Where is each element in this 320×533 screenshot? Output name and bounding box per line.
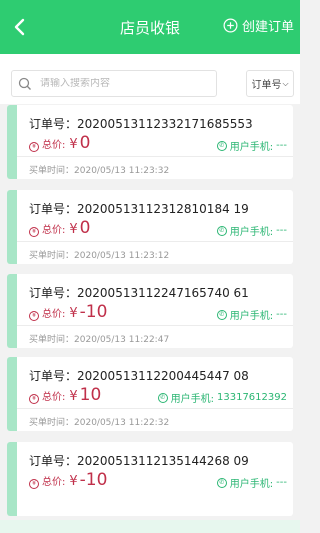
phone-icon: ✆ bbox=[216, 140, 227, 151]
user-phone: ✆ 用户手机: --- bbox=[216, 307, 287, 322]
order-number: 订单号：20200513112247165740 61 bbox=[29, 286, 249, 300]
coin-icon: ¥ bbox=[29, 479, 39, 489]
order-number: 订单号：20200513112200445447 08 bbox=[29, 369, 249, 383]
purchase-time: 买单时间：2020/05/13 11:23:32 bbox=[29, 166, 170, 176]
divider bbox=[17, 241, 293, 242]
filter-label: 订单号 bbox=[251, 80, 282, 91]
search-box[interactable] bbox=[11, 70, 217, 97]
search-icon bbox=[18, 77, 31, 90]
user-phone: ✆ 用户手机: 13317612392 bbox=[157, 390, 287, 405]
order-card[interactable]: 订单号：20200513112312810184 19 ¥ 总价: ¥0 ✆ 用户手机… bbox=[7, 190, 293, 264]
user-phone: ✆ 用户手机: --- bbox=[216, 223, 287, 238]
order-card[interactable]: 订单号：20200513112135144268 09 ¥ 总价: ¥ -10 ✆ 用户… bbox=[7, 442, 293, 516]
card-accent bbox=[7, 442, 17, 516]
order-card[interactable]: 订单号：20200513112247165740 61 ¥ 总价: ¥ -10 ✆ 用户… bbox=[7, 274, 293, 348]
order-total: ¥ 总价: ¥ -10 bbox=[29, 470, 107, 490]
coin-icon: ¥ bbox=[29, 394, 39, 404]
filter-dropdown[interactable]: 订单号 ⌵ bbox=[246, 70, 294, 97]
search-bar: 订单号 ⌵ bbox=[0, 54, 300, 104]
divider bbox=[17, 408, 293, 409]
card-accent bbox=[7, 357, 17, 431]
phone-icon: ✆ bbox=[157, 392, 168, 403]
phone-icon: ✆ bbox=[216, 477, 227, 488]
divider bbox=[17, 156, 293, 157]
bottom-edge bbox=[0, 520, 300, 533]
plus-circle-icon bbox=[223, 18, 238, 33]
phone-icon: ✆ bbox=[216, 225, 227, 236]
search-input[interactable] bbox=[40, 78, 210, 89]
top-bar: 店员收银 创建订单 bbox=[0, 0, 300, 54]
purchase-time: 买单时间：2020/05/13 11:23:12 bbox=[29, 251, 170, 261]
coin-icon: ¥ bbox=[29, 227, 39, 237]
purchase-time: 买单时间：2020/05/13 11:22:47 bbox=[29, 335, 170, 345]
order-number: 订单号：20200513112135144268 09 bbox=[29, 454, 249, 468]
create-order-label: 创建订单 bbox=[241, 20, 294, 35]
create-order-button[interactable]: 创建订单 bbox=[223, 16, 294, 35]
purchase-time: 买单时间：2020/05/13 11:22:32 bbox=[29, 418, 170, 428]
user-phone: ✆ 用户手机: --- bbox=[216, 475, 287, 490]
card-accent bbox=[7, 274, 17, 348]
order-total: ¥ 总价: ¥0 bbox=[29, 218, 90, 238]
coin-icon: ¥ bbox=[29, 311, 39, 321]
card-accent bbox=[7, 190, 17, 264]
order-card[interactable]: 订单号：20200513112200445447 08 ¥ 总价: ¥10 ✆ 用户手… bbox=[7, 357, 293, 431]
order-total: ¥ 总价: ¥10 bbox=[29, 385, 101, 405]
user-phone: ✆ 用户手机: --- bbox=[216, 138, 287, 153]
chevron-down-icon: ⌵ bbox=[282, 78, 289, 88]
coin-icon: ¥ bbox=[29, 142, 39, 152]
order-number: 订单号：20200513112332171685553 bbox=[29, 117, 253, 131]
order-total: ¥ 总价: ¥0 bbox=[29, 133, 90, 153]
order-number: 订单号：20200513112312810184 19 bbox=[29, 202, 249, 216]
card-accent bbox=[7, 105, 17, 179]
order-total: ¥ 总价: ¥ -10 bbox=[29, 302, 107, 322]
order-card[interactable]: 订单号：20200513112332171685553 ¥ 总价: ¥0 ✆ 用户手机… bbox=[7, 105, 293, 179]
divider bbox=[17, 325, 293, 326]
phone-icon: ✆ bbox=[216, 309, 227, 320]
